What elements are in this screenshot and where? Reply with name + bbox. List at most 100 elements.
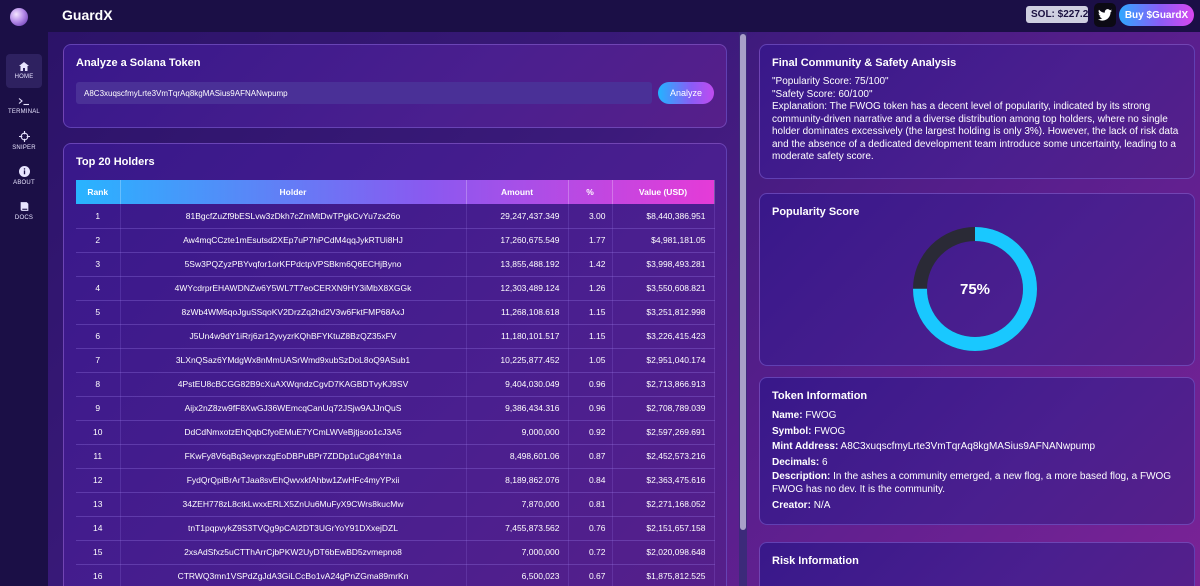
nav-item-docs[interactable]: DOCS bbox=[6, 194, 42, 228]
info-icon bbox=[18, 166, 30, 177]
sol-price-badge: SOL: $227.29 bbox=[1026, 6, 1088, 23]
rank-cell: 5 bbox=[76, 300, 121, 325]
column-header[interactable]: Holder bbox=[120, 180, 467, 204]
column-header[interactable]: Rank bbox=[76, 180, 121, 204]
crosshair-icon bbox=[18, 131, 30, 142]
terminal-icon bbox=[18, 98, 29, 106]
token-symbol-row: Symbol: FWOG bbox=[772, 424, 1184, 440]
holder-address-cell[interactable]: FKwFy8V6qBq3evprxzgEoDBPuBPr7ZDDp1uCg84Y… bbox=[120, 444, 467, 469]
column-header[interactable]: Amount bbox=[466, 180, 569, 204]
value-usd-cell: $8,440,386.951 bbox=[612, 204, 715, 229]
rank-cell: 1 bbox=[76, 204, 121, 229]
table-row[interactable]: 16 CTRWQ3mn1VSPdZgJdA3GiLCcBo1vA24gPnZGma… bbox=[76, 564, 715, 586]
holder-address-cell[interactable]: 4WYcdrprEHAWDNZw6Y5WL7T7eoCERXN9HY3iMbX8… bbox=[120, 276, 467, 301]
percent-cell: 1.26 bbox=[568, 276, 613, 301]
column-header[interactable]: % bbox=[568, 180, 613, 204]
holder-address-cell[interactable]: FydQrQpiBrArTJaa8svEhQwvxkfAhbw1ZwHFc4my… bbox=[120, 468, 467, 493]
nav-label-docs: DOCS bbox=[14, 215, 34, 221]
table-row[interactable]: 13 34ZEH778zL8ctkLwxxERLX5ZnUu6MuFyX9CWrs… bbox=[76, 492, 715, 517]
value-usd-cell: $3,998,493.281 bbox=[612, 252, 715, 277]
value-usd-cell: $2,363,475.616 bbox=[612, 468, 715, 493]
risk-title: Risk Information bbox=[772, 555, 859, 567]
amount-cell: 10,225,877.452 bbox=[466, 348, 569, 373]
column-header[interactable]: Value (USD) bbox=[612, 180, 715, 204]
percent-cell: 0.84 bbox=[568, 468, 613, 493]
holder-address-cell[interactable]: 8zWb4WM6qoJguSSqoKV2DrzZq2hd2V3w6FktFMP6… bbox=[120, 300, 467, 325]
rank-cell: 11 bbox=[76, 444, 121, 469]
percent-cell: 0.72 bbox=[568, 540, 613, 565]
percent-cell: 0.96 bbox=[568, 396, 613, 421]
nav-item-terminal[interactable]: TERMINAL bbox=[6, 89, 42, 123]
value-usd-cell: $2,597,269.691 bbox=[612, 420, 715, 445]
holder-address-cell[interactable]: 81BgcfZuZf9bESLvw3zDkh7cZmMtDwTPgkCvYu7z… bbox=[120, 204, 467, 229]
table-row[interactable]: 15 2xsAdSfxz5uCTThArrCjbPKW2UyDT6bEwBD5zv… bbox=[76, 540, 715, 565]
book-icon bbox=[20, 202, 28, 211]
holder-address-cell[interactable]: DdCdNmxotzEhQqbCfyoEMuE7YCmLWVeBjtjsoo1c… bbox=[120, 420, 467, 445]
table-row[interactable]: 11 FKwFy8V6qBq3evprxzgEoDBPuBPr7ZDDp1uCg8… bbox=[76, 444, 715, 469]
percent-cell: 0.87 bbox=[568, 444, 613, 469]
holders-panel: Top 20 Holders Rank Holder Amount % Valu… bbox=[63, 143, 727, 586]
holder-address-cell[interactable]: 3LXnQSaz6YMdgWx8nMmUASrWmd9xubSzDoL8oQ9A… bbox=[120, 348, 467, 373]
table-row[interactable]: 9 Aijx2nZ8zw9fF8XwGJ36WEmcqCanUq72JSjw9AJ… bbox=[76, 396, 715, 421]
value-usd-cell: $2,151,657.158 bbox=[612, 516, 715, 541]
holder-address-cell[interactable]: 4PstEU8cBCGG82B9cXuAXWqndzCgvD7KAGBDTvyK… bbox=[120, 372, 467, 397]
holder-address-cell[interactable]: 5Sw3PQZyzPBYvqfor1orKFPdctpVPSBkm6Q6ECHj… bbox=[120, 252, 467, 277]
buy-guardx-button[interactable]: Buy $GuardX bbox=[1119, 4, 1194, 26]
table-header-row: Rank Holder Amount % Value (USD) bbox=[76, 180, 715, 204]
analyze-title: Analyze a Solana Token bbox=[76, 57, 201, 69]
analyze-button[interactable]: Analyze bbox=[658, 82, 714, 104]
holder-address-cell[interactable]: 2xsAdSfxz5uCTThArrCjbPKW2UyDT6bEwBD5zvme… bbox=[120, 540, 467, 565]
nav-label-terminal: TERMINAL bbox=[8, 109, 40, 115]
value-usd-cell: $2,271,168.052 bbox=[612, 492, 715, 517]
twitter-button[interactable] bbox=[1094, 3, 1116, 27]
token-mint-row: Mint Address: A8C3xuqscfmyLrte3VmTqrAq8k… bbox=[772, 439, 1184, 455]
table-row[interactable]: 14 tnT1pqpvykZ9S3TVQg9pCAI2DT3UGrYoY91DXx… bbox=[76, 516, 715, 541]
percent-cell: 1.15 bbox=[568, 300, 613, 325]
percent-cell: 0.67 bbox=[568, 564, 613, 586]
table-row[interactable]: 3 5Sw3PQZyzPBYvqfor1orKFPdctpVPSBkm6Q6ECH… bbox=[76, 252, 715, 277]
holder-address-cell[interactable]: tnT1pqpvykZ9S3TVQg9pCAI2DT3UGrYoY91DXxej… bbox=[120, 516, 467, 541]
value-usd-cell: $1,875,812.525 bbox=[612, 564, 715, 586]
amount-cell: 7,455,873.562 bbox=[466, 516, 569, 541]
table-row[interactable]: 10 DdCdNmxotzEhQqbCfyoEMuE7YCmLWVeBjtjsoo… bbox=[76, 420, 715, 445]
nav-item-sniper[interactable]: SNIPER bbox=[6, 124, 42, 158]
table-row[interactable]: 5 8zWb4WM6qoJguSSqoKV2DrzZq2hd2V3w6FktFMP… bbox=[76, 300, 715, 325]
amount-cell: 11,180,101.517 bbox=[466, 324, 569, 349]
token-decimals-value: 6 bbox=[822, 456, 828, 468]
token-description-label: Description: bbox=[772, 471, 831, 482]
table-row[interactable]: 2 Aw4mqCCzte1mEsutsd2XEp7uP7hPCdM4qqJykRT… bbox=[76, 228, 715, 253]
table-row[interactable]: 6 J5Un4w9dY1iRrj6zr12yvyzrKQhBFYKtuZ8BzQZ… bbox=[76, 324, 715, 349]
table-row[interactable]: 12 FydQrQpiBrArTJaa8svEhQwvxkfAhbw1ZwHFc4… bbox=[76, 468, 715, 493]
holder-address-cell[interactable]: Aijx2nZ8zw9fF8XwGJ36WEmcqCanUq72JSjw9AJJ… bbox=[120, 396, 467, 421]
analysis-text: "Popularity Score: 75/100" "Safety Score… bbox=[772, 76, 1184, 164]
token-mint-label: Mint Address: bbox=[772, 441, 839, 452]
table-row[interactable]: 8 4PstEU8cBCGG82B9cXuAXWqndzCgvD7KAGBDTvy… bbox=[76, 372, 715, 397]
analysis-panel: Final Community & Safety Analysis "Popul… bbox=[759, 44, 1195, 179]
nav-item-home[interactable]: HOME bbox=[6, 54, 42, 88]
token-description-value: In the ashes a community emerged, a new … bbox=[772, 471, 1172, 495]
popularity-score-line: "Popularity Score: 75/100" bbox=[772, 76, 889, 87]
rank-cell: 2 bbox=[76, 228, 121, 253]
amount-cell: 29,247,437.349 bbox=[466, 204, 569, 229]
table-row[interactable]: 1 81BgcfZuZf9bESLvw3zDkh7cZmMtDwTPgkCvYu7… bbox=[76, 204, 715, 229]
nav-item-about[interactable]: ABOUT bbox=[6, 159, 42, 193]
popularity-value-label: 75% bbox=[959, 280, 991, 298]
table-row[interactable]: 4 4WYcdrprEHAWDNZw6Y5WL7T7eoCERXN9HY3iMbX… bbox=[76, 276, 715, 301]
holder-address-cell[interactable]: J5Un4w9dY1iRrj6zr12yvyzrKQhBFYKtuZ8BzQZ3… bbox=[120, 324, 467, 349]
token-address-input[interactable] bbox=[76, 82, 652, 104]
holder-address-cell[interactable]: Aw4mqCCzte1mEsutsd2XEp7uP7hPCdM4qqJykRTU… bbox=[120, 228, 467, 253]
table-row[interactable]: 7 3LXnQSaz6YMdgWx8nMmUASrWmd9xubSzDoL8oQ9… bbox=[76, 348, 715, 373]
percent-cell: 1.15 bbox=[568, 324, 613, 349]
token-creator-row: Creator: N/A bbox=[772, 498, 1184, 514]
value-usd-cell: $3,226,415.423 bbox=[612, 324, 715, 349]
percent-cell: 0.76 bbox=[568, 516, 613, 541]
app-logo-icon[interactable] bbox=[10, 8, 28, 26]
holder-address-cell[interactable]: 34ZEH778zL8ctkLwxxERLX5ZnUu6MuFyX9CWrs8k… bbox=[120, 492, 467, 517]
holder-address-cell[interactable]: CTRWQ3mn1VSPdZgJdA3GiLCcBo1vA24gPnZGma89… bbox=[120, 564, 467, 586]
token-info-title: Token Information bbox=[772, 390, 868, 402]
popularity-panel: Popularity Score 75% bbox=[759, 193, 1195, 366]
value-usd-cell: $4,981,181.05 bbox=[612, 228, 715, 253]
scrollbar-thumb[interactable] bbox=[740, 34, 746, 530]
value-usd-cell: $2,951,040.174 bbox=[612, 348, 715, 373]
amount-cell: 9,404,030.049 bbox=[466, 372, 569, 397]
